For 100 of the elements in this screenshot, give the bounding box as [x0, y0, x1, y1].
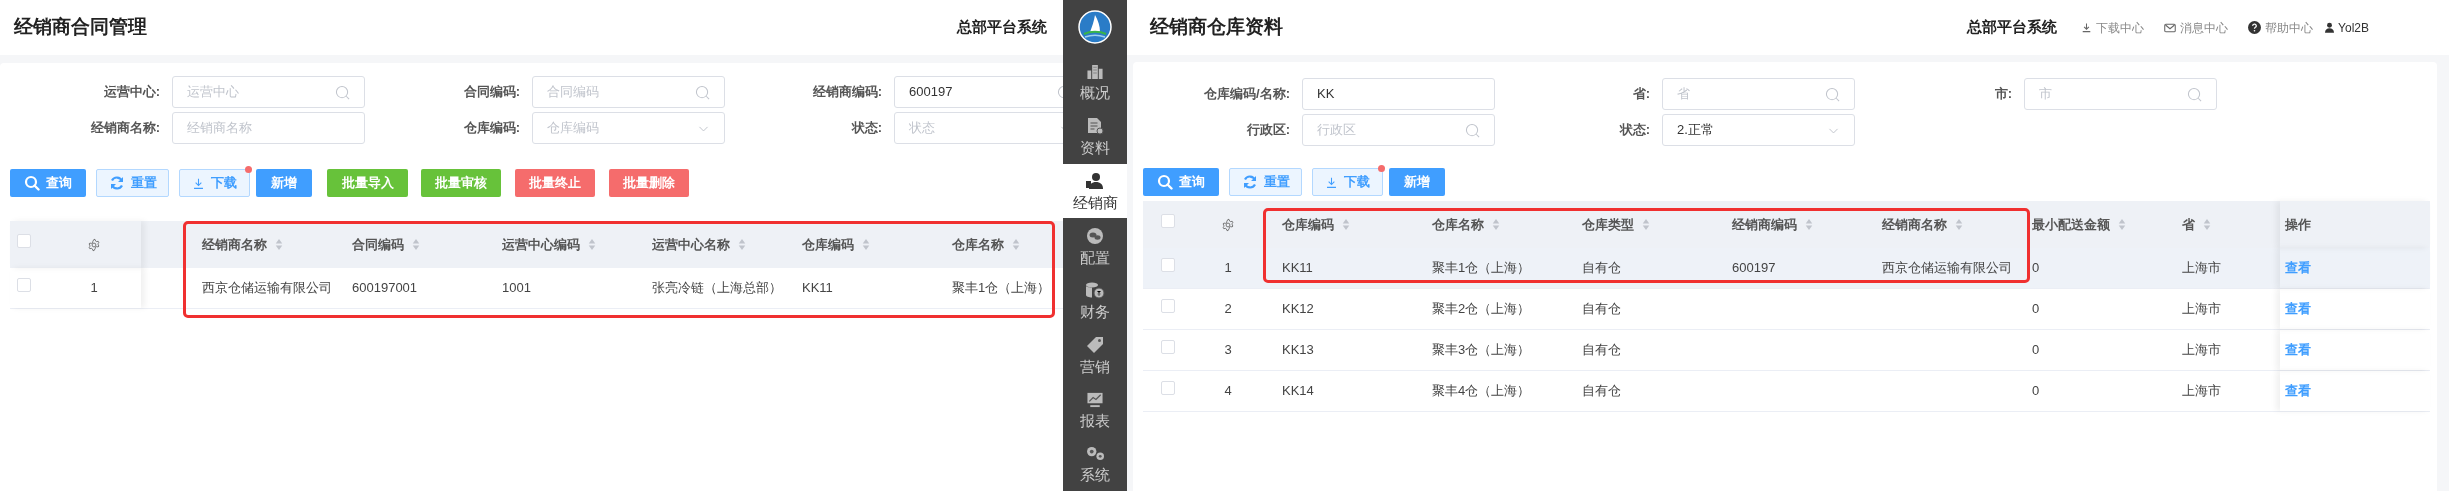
input-field[interactable]: 运营中心 — [172, 76, 365, 108]
table-cell-text: KK11 — [802, 279, 833, 298]
table-row[interactable]: 3 KK13 聚丰3仓（上海） 自有仓 0 上海市 查看 — [1143, 330, 2430, 371]
table-cell-text: KK11 — [1282, 259, 1313, 278]
sort-icon[interactable] — [1342, 218, 1350, 231]
column-header: 经销商名称 — [1882, 215, 1947, 234]
row-number: 3 — [1224, 341, 1232, 360]
sort-icon[interactable] — [1642, 218, 1650, 231]
sort-icon[interactable] — [2203, 218, 2211, 231]
column-header: 运营中心名称 — [652, 235, 730, 254]
download-button[interactable]: 下载 — [1312, 168, 1383, 196]
mail-icon — [2164, 22, 2177, 33]
download-icon — [192, 176, 205, 190]
system-name: 总部平台系统 — [957, 17, 1047, 38]
table-cell-text: 聚丰1仓（上海） — [1432, 259, 1531, 278]
input-field[interactable]: 600197 — [894, 76, 1063, 108]
help-icon — [2248, 21, 2262, 34]
table-row[interactable]: 2 KK12 聚丰2仓（上海） 自有仓 0 上海市 查看 — [1143, 289, 2430, 330]
checkbox[interactable] — [1161, 340, 1175, 354]
view-link[interactable]: 查看 — [2285, 340, 2311, 360]
table-row[interactable]: 1 西京仓储运输有限公司 600197001 1001 张亮冷链（上海总部） KK11 聚丰1仓（上海） — [10, 268, 1063, 309]
table-cell-text: 聚丰3仓（上海） — [1432, 341, 1531, 360]
select-field[interactable]: 仓库编码 — [532, 112, 725, 144]
sort-icon[interactable] — [275, 238, 283, 251]
action-button[interactable]: 批量审核 — [421, 169, 501, 197]
column-header: 仓库类型 — [1582, 215, 1634, 234]
table-cell-text: 聚丰4仓（上海） — [1432, 382, 1531, 401]
settings-icon[interactable] — [87, 237, 101, 252]
sort-icon[interactable] — [738, 238, 746, 251]
refresh-icon — [1241, 174, 1258, 190]
select-field[interactable]: 2.正常 — [1662, 114, 1855, 146]
table-cell-text: 0 — [2032, 300, 2040, 319]
input-field[interactable]: 行政区 — [1302, 114, 1495, 146]
input-field[interactable]: 合同编码 — [532, 76, 725, 108]
checkbox[interactable] — [1161, 299, 1175, 313]
search-icon — [695, 84, 710, 100]
action-button[interactable]: 批量导入 — [327, 169, 408, 197]
column-header: 仓库编码 — [802, 235, 854, 254]
input-field[interactable]: 市 — [2024, 78, 2217, 110]
search-icon — [1825, 86, 1840, 102]
table-cell-text: 聚丰1仓（上海） — [952, 279, 1051, 298]
sort-icon[interactable] — [1012, 238, 1020, 251]
action-button[interactable]: 批量终止 — [515, 169, 595, 197]
logo-icon[interactable] — [1078, 10, 1112, 45]
input-field[interactable]: 省 — [1662, 78, 1855, 110]
column-header: 操作 — [2285, 215, 2311, 234]
table-row[interactable]: 4 KK14 聚丰4仓（上海） 自有仓 0 上海市 查看 — [1143, 371, 2430, 412]
sort-icon[interactable] — [1805, 218, 1813, 231]
column-header: 运营中心编码 — [502, 235, 580, 254]
table-cell-text: 600197001 — [352, 279, 418, 298]
header-link[interactable]: 消息中心 — [2164, 18, 2229, 37]
search-icon — [24, 175, 40, 191]
action-button[interactable]: 新增 — [256, 169, 312, 197]
sort-icon[interactable] — [412, 238, 420, 251]
select-field[interactable]: 状态 — [894, 112, 1063, 144]
view-link[interactable]: 查看 — [2285, 258, 2311, 278]
sidebar-item[interactable]: 经销商 — [1063, 163, 1127, 219]
view-link[interactable]: 查看 — [2285, 381, 2311, 401]
view-link[interactable]: 查看 — [2285, 299, 2311, 319]
download-icon — [1325, 175, 1338, 189]
person-icon — [1085, 171, 1105, 190]
checkbox[interactable] — [1161, 381, 1175, 395]
column-header: 仓库名称 — [1432, 215, 1484, 234]
sort-icon[interactable] — [1955, 218, 1963, 231]
table-cell-text: 上海市 — [2182, 382, 2221, 401]
reset-button[interactable]: 重置 — [1229, 168, 1302, 196]
sort-icon[interactable] — [588, 238, 596, 251]
header-link[interactable]: 下载中心 — [2081, 18, 2145, 37]
sort-icon[interactable] — [2118, 218, 2126, 231]
table-cell-text: KK12 — [1282, 300, 1314, 319]
sort-icon[interactable] — [1492, 218, 1500, 231]
search-button[interactable]: 查询 — [10, 169, 86, 197]
table-cell-text: 西京仓储运输有限公司 — [202, 279, 332, 298]
row-number: 1 — [1224, 259, 1232, 278]
header-link[interactable]: 帮助中心 — [2248, 18, 2314, 37]
input-field[interactable]: KK — [1302, 78, 1495, 110]
search-button[interactable]: 查询 — [1143, 168, 1219, 196]
page-title: 经销商仓库资料 — [1150, 15, 1283, 40]
checkbox[interactable] — [17, 278, 31, 292]
coins-icon — [1085, 281, 1105, 300]
user-icon — [2325, 22, 2335, 33]
table-row[interactable]: 1 KK11 聚丰1仓（上海） 自有仓 600197 西京仓储运输有限公司 0 上海市 查看 — [1143, 248, 2430, 289]
action-button[interactable]: 批量删除 — [609, 169, 689, 197]
user-menu[interactable]: Yol2B — [2325, 18, 2369, 37]
table-cell-text: 自有仓 — [1582, 382, 1621, 401]
download-button[interactable]: 下载 — [179, 169, 250, 197]
search-icon — [2187, 86, 2202, 102]
download-icon — [2081, 22, 2093, 33]
reset-button[interactable]: 重置 — [96, 169, 169, 197]
checkbox[interactable] — [17, 233, 31, 248]
table-cell-text: 上海市 — [2182, 341, 2221, 360]
input-field[interactable]: 经销商名称 — [172, 112, 365, 144]
checkbox[interactable] — [1161, 213, 1175, 228]
table-cell-text: 聚丰2仓（上海） — [1432, 300, 1531, 319]
table-cell-text: 0 — [2032, 259, 2040, 278]
action-button[interactable]: 新增 — [1389, 168, 1445, 196]
settings-icon[interactable] — [1221, 217, 1235, 232]
sort-icon[interactable] — [862, 238, 870, 251]
checkbox[interactable] — [1161, 258, 1175, 272]
column-header: 仓库名称 — [952, 235, 1004, 254]
